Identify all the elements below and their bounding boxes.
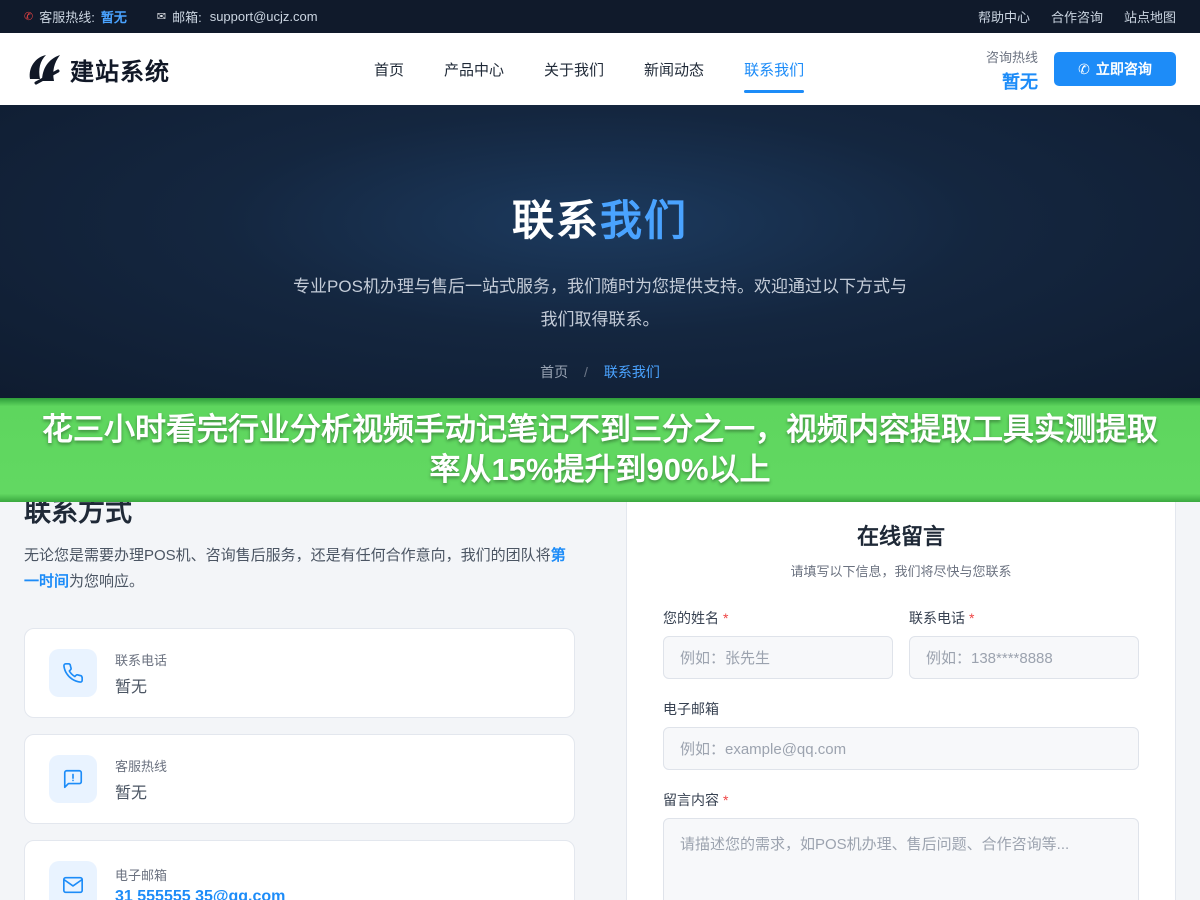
required-mark: * xyxy=(969,610,975,626)
topbar-hotline-label: 客服热线: xyxy=(39,10,95,25)
topbar-hotline: ✆ 客服热线: 暂无 xyxy=(24,7,127,26)
contact-card-email-text: 电子邮箱 31 555555 35@qq.com xyxy=(115,865,285,900)
message-label-text: 留言内容 xyxy=(663,792,719,808)
breadcrumb: 首页 / 联系我们 xyxy=(0,362,1200,382)
contact-card-value: 暂无 xyxy=(115,678,148,696)
form-subtitle: 请填写以下信息，我们将尽快与您联系 xyxy=(790,564,1012,579)
email-field: 电子邮箱 例如：example@qq.com xyxy=(663,699,1139,770)
mail-icon: ✉ xyxy=(156,11,167,23)
page-title-part2: 我们 xyxy=(600,197,689,244)
topbar-email: ✉ 邮箱: support@ucjz.com xyxy=(157,7,318,26)
message-icon xyxy=(49,755,97,803)
logo-text: 建站系统 xyxy=(70,58,170,86)
breadcrumb-separator: / xyxy=(584,364,588,380)
overlay-banner-text: 花三小时看完行业分析视频手动记笔记不到三分之一，视频内容提取工具实测提取率从15… xyxy=(42,412,1158,487)
name-field: 您的姓名 * 例如：张先生 xyxy=(663,608,893,679)
nav-news[interactable]: 新闻动态 xyxy=(624,33,724,105)
phone-icon xyxy=(49,649,97,697)
message-form-panel: 在线留言 请填写以下信息，我们将尽快与您联系 您的姓名 * 例如：张先生 联系电话… xyxy=(626,492,1176,900)
main-nav: 首页 产品中心 关于我们 新闻动态 联系我们 xyxy=(354,33,824,105)
contact-info-column: 联系方式 无论您是需要办理POS机、咨询售后服务，还是有任何合作意向，我们的团队… xyxy=(24,490,575,900)
required-mark: * xyxy=(723,792,729,808)
logo-mark-icon xyxy=(29,55,60,85)
phone-icon: ✆ xyxy=(24,11,34,23)
contact-card-label: 客服热线 xyxy=(115,758,168,774)
topbar-email-value[interactable]: support@ucjz.com xyxy=(210,9,318,24)
consult-button[interactable]: ✆ 立即咨询 xyxy=(1054,52,1176,86)
name-input[interactable]: 例如：张先生 xyxy=(663,636,893,679)
page-title: 联系我们 xyxy=(0,187,1200,248)
contact-card-hotline-text: 客服热线 暂无 xyxy=(115,756,167,803)
site-header: 建站系统 首页 产品中心 关于我们 新闻动态 联系我们 咨询热线 暂无 ✆ 立即… xyxy=(0,33,1200,105)
header-hotline-value: 暂无 xyxy=(1002,72,1038,92)
email-label: 电子邮箱 xyxy=(663,701,719,717)
top-utility-bar: ✆ 客服热线: 暂无 ✉ 邮箱: support@ucjz.com 帮助中心 合… xyxy=(0,0,1200,33)
name-label-text: 您的姓名 xyxy=(663,610,719,626)
header-hotline-label: 咨询热线 xyxy=(985,50,1038,65)
mail-icon xyxy=(49,861,97,900)
name-label: 您的姓名 * xyxy=(663,608,893,628)
topbar-links: 帮助中心 合作咨询 站点地图 xyxy=(957,7,1176,26)
header-hotline: 咨询热线 暂无 xyxy=(986,47,1038,94)
topbar-contact: ✆ 客服热线: 暂无 ✉ 邮箱: support@ucjz.com xyxy=(24,7,348,26)
phone-icon: ✆ xyxy=(1078,60,1090,77)
overlay-banner: 花三小时看完行业分析视频手动记笔记不到三分之一，视频内容提取工具实测提取率从15… xyxy=(0,398,1200,502)
contact-card-email: 电子邮箱 31 555555 35@qq.com xyxy=(24,840,575,900)
contact-card-label: 电子邮箱 xyxy=(115,867,168,883)
form-title: 在线留言 xyxy=(856,524,945,549)
message-field: 留言内容 * 请描述您的需求，如POS机办理、售后问题、合作咨询等... xyxy=(663,790,1139,900)
message-textarea[interactable]: 请描述您的需求，如POS机办理、售后问题、合作咨询等... xyxy=(663,818,1139,900)
phone-label: 联系电话 * xyxy=(909,608,1139,628)
contact-card-value: 暂无 xyxy=(115,784,148,802)
hero-description: 专业POS机办理与售后一站式服务，我们随时为您提供支持。欢迎通过以下方式与我们取… xyxy=(293,277,907,329)
nav-contact[interactable]: 联系我们 xyxy=(724,33,824,105)
contact-card-phone-text: 联系电话 暂无 xyxy=(115,650,167,697)
nav-about[interactable]: 关于我们 xyxy=(524,33,624,105)
email-input[interactable]: 例如：example@qq.com xyxy=(663,727,1139,770)
nav-products[interactable]: 产品中心 xyxy=(424,33,524,105)
contact-desc-text-end: 为您响应。 xyxy=(69,573,145,590)
breadcrumb-home[interactable]: 首页 xyxy=(540,364,568,380)
cooperation-link[interactable]: 合作咨询 xyxy=(1051,7,1103,26)
consult-button-label: 立即咨询 xyxy=(1095,61,1152,77)
page-title-part1: 联系 xyxy=(511,197,600,244)
contact-card-hotline: 客服热线 暂无 xyxy=(24,734,575,824)
topbar-hotline-value: 暂无 xyxy=(100,10,127,25)
topbar-email-label: 邮箱: xyxy=(172,10,202,25)
phone-field: 联系电话 * 例如：138****8888 xyxy=(909,608,1139,679)
contact-desc-text: 无论您是需要办理POS机、咨询售后服务，还是有任何合作意向，我们的团队将 xyxy=(24,547,551,564)
form-row-name-phone: 您的姓名 * 例如：张先生 联系电话 * 例如：138****8888 xyxy=(663,608,1139,679)
breadcrumb-current: 联系我们 xyxy=(603,364,660,380)
contact-section-description: 无论您是需要办理POS机、咨询售后服务，还是有任何合作意向，我们的团队将第一时间… xyxy=(24,543,575,595)
help-center-link[interactable]: 帮助中心 xyxy=(978,7,1030,26)
contact-card-label: 联系电话 xyxy=(115,652,168,668)
contact-card-phone: 联系电话 暂无 xyxy=(24,628,575,718)
nav-home[interactable]: 首页 xyxy=(354,33,424,105)
sitemap-link[interactable]: 站点地图 xyxy=(1124,7,1176,26)
message-label: 留言内容 * xyxy=(663,790,1139,810)
site-logo[interactable]: 建站系统 xyxy=(24,49,354,89)
phone-label-text: 联系电话 xyxy=(909,610,965,626)
hero-section: 联系我们 专业POS机办理与售后一站式服务，我们随时为您提供支持。欢迎通过以下方… xyxy=(0,105,1200,398)
phone-input[interactable]: 例如：138****8888 xyxy=(909,636,1139,679)
required-mark: * xyxy=(723,610,729,626)
contact-card-value[interactable]: 31 555555 35@qq.com xyxy=(115,888,285,900)
